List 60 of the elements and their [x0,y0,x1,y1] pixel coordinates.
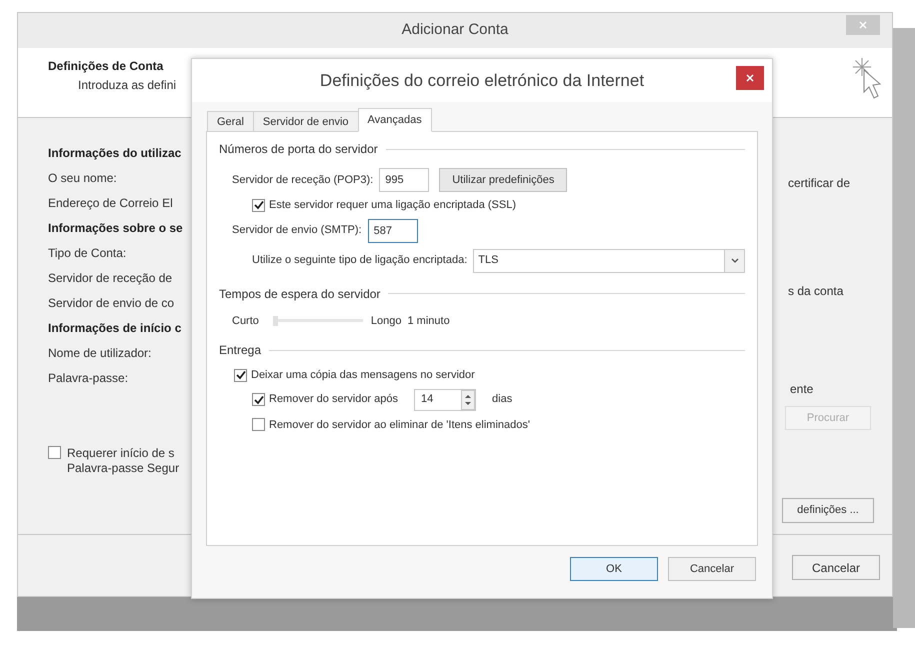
field-label: ente [789,381,814,398]
group-title: Tempos de espera do servidor [219,286,380,302]
cancel-button[interactable]: Cancelar [792,555,880,580]
field-label: Utilize o seguinte tipo de ligação encriptada: [252,253,468,268]
checkbox[interactable] [234,368,247,382]
group-title: Números de porta do servidor [219,141,378,158]
defaults-button[interactable]: Utilizar predefinições [439,168,568,192]
field-label: O seu nome: [48,170,117,186]
field-label: certificar de [787,175,850,192]
slider-max-label: Longo [370,314,402,328]
checkbox-label: Palavra-passe Segur [67,461,180,476]
header-title: Definições de Conta [48,58,164,75]
unit-label: dias [492,392,512,408]
section-heading: Informações de início c [48,320,182,336]
input-field[interactable]: 995 [379,168,430,192]
tab[interactable]: Avançadas [358,108,432,132]
input-field[interactable]: 587 [368,218,418,242]
checkbox[interactable] [48,446,61,459]
timeout-slider[interactable] [272,316,363,326]
settings-button[interactable]: definições ... [782,498,874,523]
field-label: Servidor de receção de [48,270,172,286]
window-title: Adicionar Conta [402,20,508,40]
field-label: Tipo de Conta: [48,244,126,262]
tab[interactable]: Servidor de envio [252,111,359,132]
slider-thumb[interactable] [272,316,278,326]
tab[interactable]: Geral [207,111,254,132]
field-label: s da conta [787,283,844,300]
checkbox-label: Requerer início de s [67,446,176,461]
checkbox-label: Este servidor requer uma ligação encriptada (SSL) [269,198,516,213]
field-label: Servidor de receção (POP3): [232,172,374,188]
chevron-down-icon [730,258,738,264]
close-icon [746,74,754,82]
checkbox[interactable] [252,418,265,432]
field-label: Palavra-passe: [48,370,128,386]
checkbox-label: Remover do servidor ao eliminar de 'Itens eliminados' [269,418,530,432]
close-button[interactable] [736,66,764,90]
group-title: Entrega [219,342,262,359]
ok-button[interactable]: OK [570,557,658,581]
slider-min-label: Curto [232,314,259,328]
field-label: Servidor de envio de co [48,294,174,312]
dialog-title: Definições do correio eletrónico da Internet [320,70,644,92]
encryption-dropdown[interactable]: TLS [473,248,745,272]
checkmark-icon [254,394,264,404]
cancel-button[interactable]: Cancelar [668,557,756,581]
days-spinner[interactable]: 14 [414,388,476,410]
section-heading: Informações do utilizac [48,144,182,162]
close-icon [859,21,867,29]
slider-reading: 1 minuto [408,314,450,328]
checkbox-label: Deixar uma cópia das mensagens no servidor [251,368,475,383]
header-subtitle: Introduza as defini [78,77,176,94]
field-label: Servidor de envio (SMTP): [232,223,362,238]
checkbox[interactable] [252,393,265,406]
spinner-arrows-icon [461,390,476,410]
checkbox[interactable] [252,198,265,212]
checkmark-icon [236,370,246,380]
section-heading: Informações sobre o se [48,220,183,236]
field-label: Endereço de Correio El [48,194,173,212]
checkmark-icon [254,200,264,210]
checkbox-label: Remover do servidor após [269,392,398,408]
field-label: Nome de utilizador: [48,344,152,362]
